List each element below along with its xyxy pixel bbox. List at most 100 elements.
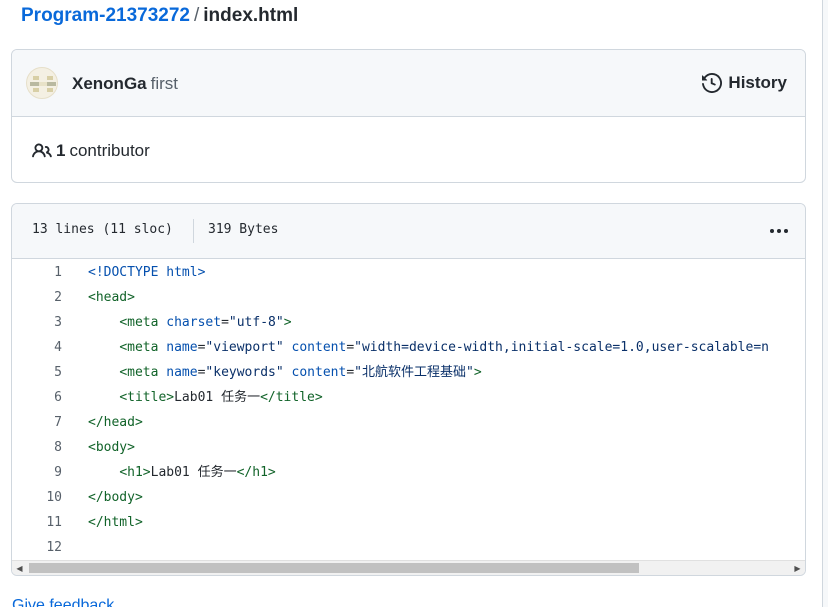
code-line: 8 <body> [12, 435, 805, 460]
line-number[interactable]: 6 [12, 385, 62, 410]
code-text: </html> [88, 510, 143, 535]
give-feedback-link[interactable]: Give feedback [12, 596, 114, 607]
code-line: 2 <head> [12, 285, 805, 310]
line-number[interactable]: 12 [12, 535, 62, 560]
code-token: > [473, 365, 482, 380]
code-token: "width=device-width,initial-scale=1.0,us… [354, 340, 769, 355]
commit-author-line: XenonGa first [72, 73, 178, 95]
code-line: 12 [12, 535, 805, 560]
history-icon [702, 73, 723, 93]
file-size: 319 Bytes [208, 222, 279, 237]
history-button[interactable]: History [702, 72, 787, 94]
commit-header: XenonGa first History [12, 50, 805, 117]
code-token: = [221, 315, 229, 330]
header-divider [193, 219, 194, 243]
code-line: 9 <h1>Lab01 任务一</h1> [12, 460, 805, 485]
contributors-link[interactable]: 1 contributor [32, 140, 150, 162]
code-token: <body> [88, 440, 135, 455]
code-line: 11 </html> [12, 510, 805, 535]
repo-link[interactable]: Program-21373272 [21, 5, 190, 26]
contributor-count: 1 [56, 141, 66, 160]
author-name[interactable]: XenonGa [72, 74, 147, 93]
code-token: content [291, 365, 347, 380]
code-line: 5 <meta name="keywords" content="北航软件工程基… [12, 360, 805, 385]
code-token: <meta [119, 365, 159, 380]
line-count: 13 lines (11 sloc) [32, 222, 173, 237]
line-number[interactable]: 9 [12, 460, 62, 485]
code-text: <!DOCTYPE html> [88, 260, 205, 285]
code-token: <title> [119, 390, 175, 405]
code-token: Lab01 任务一 [174, 390, 261, 405]
code-text: <meta charset="utf-8"> [88, 310, 292, 335]
line-number[interactable]: 5 [12, 360, 62, 385]
code-token: > [283, 315, 292, 330]
code-line: 4 <meta name="viewport" content="width=d… [12, 335, 805, 360]
code-token: </html> [88, 515, 143, 530]
line-number[interactable]: 2 [12, 285, 62, 310]
code-token: = [346, 365, 355, 380]
file-header: 13 lines (11 sloc) 319 Bytes [12, 204, 805, 259]
scrollbar-thumb[interactable] [29, 563, 639, 573]
window-edge [822, 0, 828, 607]
breadcrumb: Program-21373272/index.html [21, 4, 298, 28]
code-text: </body> [88, 485, 143, 510]
code-token: "北航软件工程基础" [354, 365, 474, 380]
code-text: </head> [88, 410, 143, 435]
code-token: <meta [119, 340, 159, 355]
code-line: 6 <title>Lab01 任务一</title> [12, 385, 805, 410]
commit-message[interactable]: first [151, 74, 178, 93]
latest-commit-box: XenonGa first History 1 contributor [11, 49, 806, 183]
code-line: 1 <!DOCTYPE html> [12, 260, 805, 285]
code-token: "viewport" [205, 340, 284, 355]
code-text: <body> [88, 435, 135, 460]
code-token: Lab01 任务一 [150, 465, 237, 480]
identicon-icon [30, 76, 56, 92]
code-token: <head> [88, 290, 135, 305]
code-token: name [166, 340, 198, 355]
scroll-right-arrow-icon[interactable]: ▶ [790, 561, 805, 575]
code-token: charset [166, 315, 222, 330]
code-line: 10 </body> [12, 485, 805, 510]
code-token: </h1> [236, 465, 276, 480]
line-number[interactable]: 11 [12, 510, 62, 535]
code-token: content [291, 340, 347, 355]
file-name: index.html [203, 5, 299, 26]
code-token: "keywords" [205, 365, 284, 380]
code-token: <!DOCTYPE html> [88, 265, 206, 280]
line-number[interactable]: 7 [12, 410, 62, 435]
people-icon [32, 143, 52, 158]
code-text: <h1>Lab01 任务一</h1> [88, 460, 276, 485]
kebab-horizontal-icon[interactable] [767, 221, 791, 241]
history-label: History [728, 73, 787, 92]
breadcrumb-separator: / [194, 5, 200, 26]
line-number[interactable]: 1 [12, 260, 62, 285]
code-view: 1 <!DOCTYPE html> 2 <head> 3 <meta charset="… [12, 260, 805, 560]
code-token: "utf-8" [228, 315, 284, 330]
code-text: <meta name="viewport" content="width=dev… [88, 335, 769, 360]
horizontal-scrollbar[interactable]: ◀ ▶ [12, 560, 805, 575]
contributor-label: contributor [69, 141, 150, 160]
scroll-left-arrow-icon[interactable]: ◀ [12, 561, 27, 575]
code-text: <head> [88, 285, 135, 310]
code-line: 3 <meta charset="utf-8"> [12, 310, 805, 335]
line-number[interactable]: 8 [12, 435, 62, 460]
code-token: <h1> [119, 465, 151, 480]
code-token: </body> [88, 490, 143, 505]
code-token: </title> [260, 390, 323, 405]
avatar[interactable] [26, 67, 58, 99]
code-token: </head> [88, 415, 143, 430]
line-number[interactable]: 4 [12, 335, 62, 360]
line-number[interactable]: 10 [12, 485, 62, 510]
code-token: <meta [119, 315, 159, 330]
code-token: = [346, 340, 355, 355]
file-viewer: 13 lines (11 sloc) 319 Bytes 1 <!DOCTYPE … [11, 203, 806, 576]
line-number[interactable]: 3 [12, 310, 62, 335]
code-text: <meta name="keywords" content="北航软件工程基础"… [88, 360, 482, 385]
